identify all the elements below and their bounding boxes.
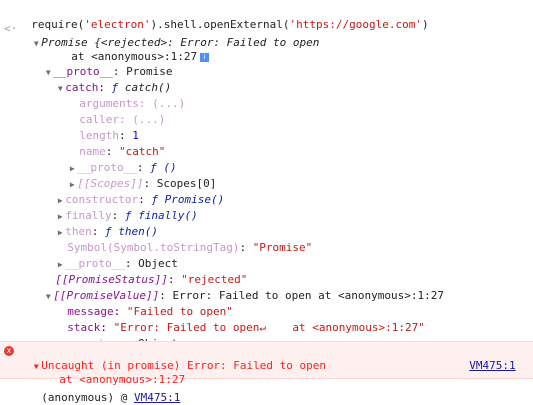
tree-row-then[interactable]: ▶ then: ƒ then()	[42, 211, 158, 238]
error-expand-row[interactable]: ▼ Uncaught (in promise) Error: Failed to …	[18, 345, 326, 372]
tree-row-proto3[interactable]: ▶__proto__: Object	[42, 323, 178, 350]
trace-frame: (anonymous) @	[41, 391, 134, 404]
promise-result-row[interactable]: ▼ Promise {<rejected>: Error: Failed to o…	[18, 22, 320, 49]
tree-row-status: [[PromiseStatus]]: "rejected"	[55, 273, 248, 286]
tree-row-scopes[interactable]: ▶ [[Scopes]]: Scopes[0]	[54, 163, 217, 190]
symbol-value: "Promise"	[252, 241, 313, 254]
tree-row-catch-proto[interactable]: ▶ __proto__: ƒ ()	[54, 147, 177, 174]
expand-arrow-icon[interactable]: ▼	[31, 360, 41, 374]
info-icon[interactable]: i	[200, 52, 210, 62]
expand-arrow-icon[interactable]: ▼	[43, 290, 53, 304]
error-source-link[interactable]: VM475:1	[469, 359, 515, 372]
tree-row-proto[interactable]: ▼ __proto__: Promise	[30, 51, 173, 78]
tree-row-name: name: "catch"	[79, 145, 166, 158]
tree-row-symbol: Symbol(Symbol.toStringTag): "Promise"	[67, 241, 313, 254]
error-source-link-row[interactable]: VM475:1	[456, 345, 515, 372]
tree-row-message: message: "Failed to open"	[67, 305, 233, 318]
error-icon: x	[4, 346, 14, 356]
tree-row-stack: stack: "Error: Failed to open↵ at <anony…	[67, 321, 425, 334]
expand-arrow-icon[interactable]: ▼	[31, 37, 41, 51]
trace-row: (anonymous) @ VM475:1	[28, 377, 180, 404]
tree-row-finally[interactable]: ▶ finally: ƒ finally()	[42, 195, 198, 222]
input-suffix: )	[422, 18, 429, 31]
error-line2-row: at <anonymous>:1:27	[46, 359, 185, 386]
promise-head-line2: at <anonymous>:1:27 i	[58, 36, 210, 63]
result-marker-icon: <·	[4, 22, 18, 35]
console-input-line[interactable]: require('electron').shell.openExternal('…	[18, 4, 428, 31]
trace-link[interactable]: VM475:1	[134, 391, 180, 404]
tree-row-constructor[interactable]: ▶ constructor: ƒ Promise()	[42, 179, 224, 206]
tree-row-length: length: 1	[79, 129, 139, 142]
tree-row-proto2[interactable]: ▶ __proto__: Object	[42, 243, 178, 270]
tree-row-caller[interactable]: caller: (...)	[66, 99, 165, 126]
tree-row-value[interactable]: ▼ [[PromiseValue]]: Error: Failed to open…	[30, 275, 444, 302]
tree-row-arguments[interactable]: arguments: (...)	[66, 83, 185, 110]
tree-row-catch[interactable]: ▼ catch: ƒ catch()	[42, 67, 171, 94]
expand-arrow-icon[interactable]: ▼	[55, 82, 65, 96]
